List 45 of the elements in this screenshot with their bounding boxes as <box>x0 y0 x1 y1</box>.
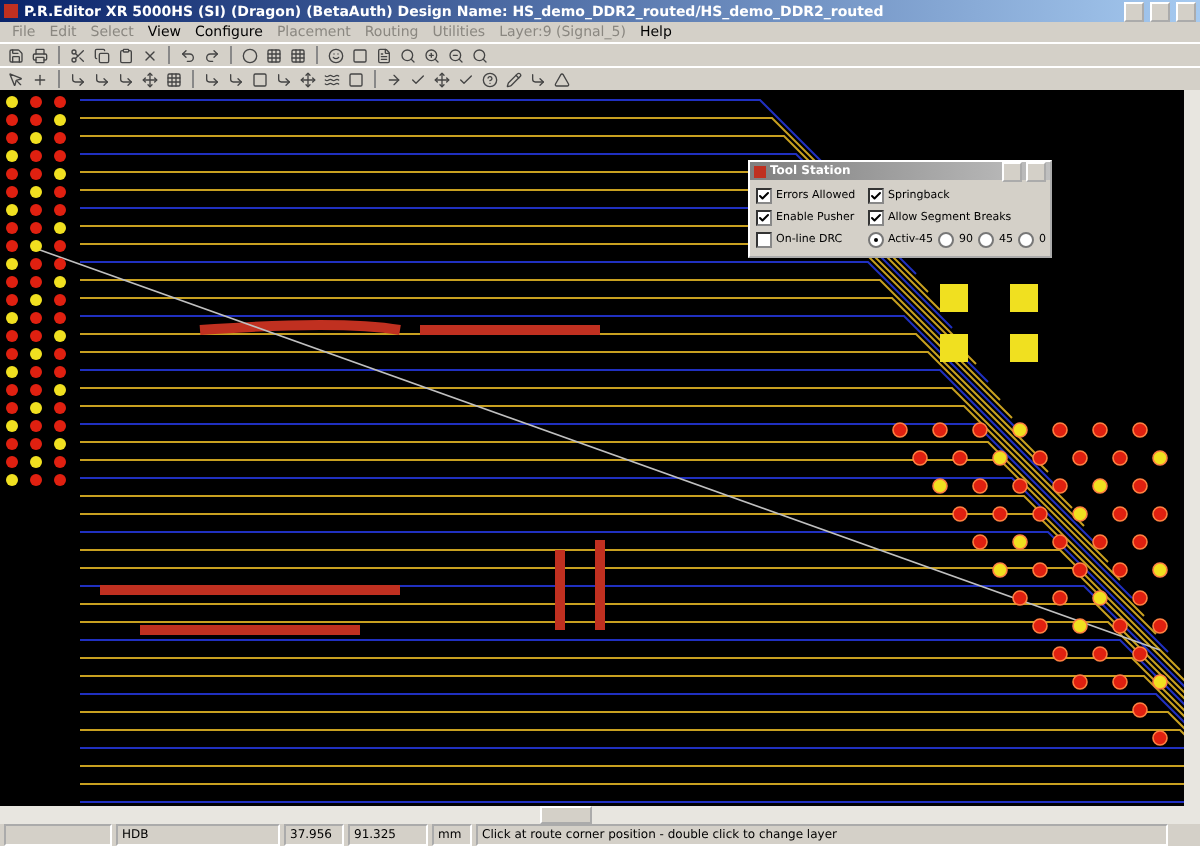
toolbar-button[interactable] <box>226 69 246 89</box>
toolbar-button[interactable] <box>92 69 112 89</box>
status-cell <box>4 824 112 846</box>
toolbar-button[interactable] <box>298 69 318 89</box>
toolbar-button[interactable] <box>446 45 466 65</box>
toolbar-button[interactable] <box>30 69 50 89</box>
toolbar-button[interactable] <box>30 45 50 65</box>
toolbar-button[interactable] <box>178 45 198 65</box>
toolbar-button[interactable] <box>274 69 294 89</box>
app-icon <box>4 4 18 18</box>
horizontal-scrollbar[interactable] <box>0 806 1200 824</box>
toolbar-button[interactable] <box>322 69 342 89</box>
vertical-scrollbar[interactable] <box>1184 90 1200 806</box>
toolbar-button[interactable] <box>250 69 270 89</box>
toolbar-button[interactable] <box>480 69 500 89</box>
toolbar-button[interactable] <box>116 45 136 65</box>
toolbar-button[interactable] <box>116 69 136 89</box>
toolbar-button[interactable] <box>164 69 184 89</box>
toolbar-button[interactable] <box>202 69 222 89</box>
toolbar-button[interactable] <box>68 69 88 89</box>
toolbar-button[interactable] <box>504 69 524 89</box>
app-icon <box>754 165 766 177</box>
toolbar-button[interactable] <box>350 45 370 65</box>
toolbar-button[interactable] <box>374 45 394 65</box>
toolbar-button[interactable] <box>140 69 160 89</box>
toolbar-button[interactable] <box>68 45 88 65</box>
toolbar-button[interactable] <box>92 45 112 65</box>
toolbar-button[interactable] <box>552 69 572 89</box>
toolbar-button[interactable] <box>456 69 476 89</box>
toolbar-button[interactable] <box>264 45 284 65</box>
toolbar-button[interactable] <box>202 45 222 65</box>
toolbar-button[interactable] <box>384 69 404 89</box>
toolbar-button[interactable] <box>470 45 490 65</box>
toolbar-button[interactable] <box>326 45 346 65</box>
toolbar-button[interactable] <box>6 45 26 65</box>
toolbar-button[interactable] <box>422 45 442 65</box>
toolbar-button[interactable] <box>408 69 428 89</box>
toolbar-button[interactable] <box>528 69 548 89</box>
toolbar-button[interactable] <box>432 69 452 89</box>
toolbar-button[interactable] <box>346 69 366 89</box>
toolbar-button[interactable] <box>398 45 418 65</box>
toolbar-button[interactable] <box>6 69 26 89</box>
scroll-thumb[interactable] <box>540 806 592 824</box>
toolbar-button[interactable] <box>240 45 260 65</box>
toolbar-button[interactable] <box>288 45 308 65</box>
